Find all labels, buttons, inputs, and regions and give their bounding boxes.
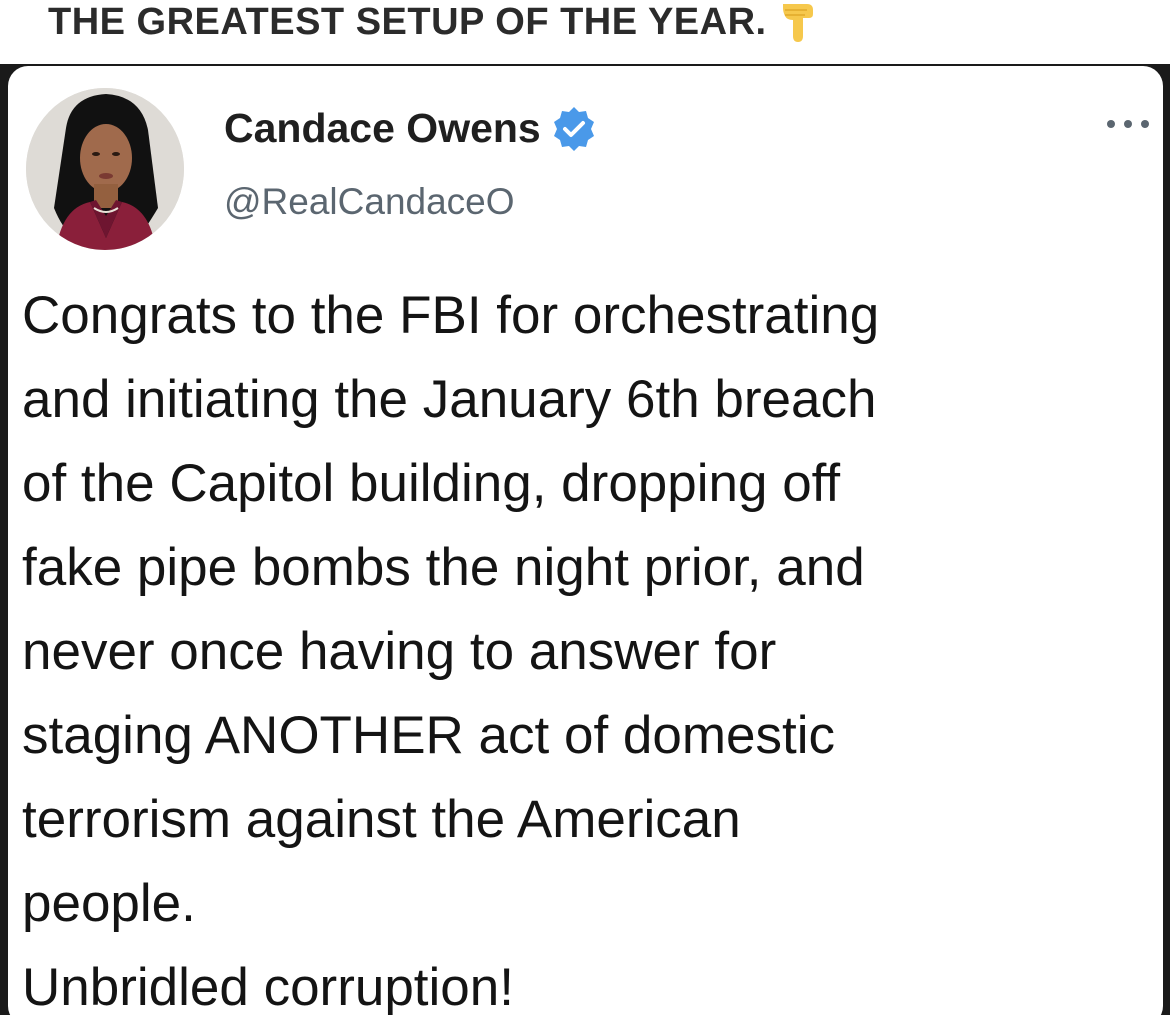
verified-badge-icon [549, 104, 599, 154]
tweet-card: Candace Owens @RealCandaceO Congrats to … [8, 66, 1163, 1015]
tweet-text-line: people. [22, 874, 196, 933]
tweet-text: Congrats to the FBI for orchestrating an… [22, 274, 1152, 1015]
tweet-text-line: Unbridled corruption! [22, 958, 514, 1015]
display-name[interactable]: Candace Owens [224, 106, 541, 151]
post-headline: THE GREATEST SETUP OF THE YEAR. [48, 0, 821, 44]
headline-text: THE GREATEST SETUP OF THE YEAR. [48, 1, 767, 43]
tweet-text-line: and initiating the January 6th breach [22, 370, 877, 429]
author-row[interactable]: Candace Owens [224, 104, 599, 154]
tweet-text-line: of the Capitol building, dropping off [22, 454, 841, 513]
tweet-text-line: staging ANOTHER act of domestic [22, 706, 835, 765]
tweet-text-line: never once having to answer for [22, 622, 777, 681]
pointing-down-icon [777, 0, 821, 44]
tweet-text-line: fake pipe bombs the night prior, and [22, 538, 865, 597]
avatar[interactable] [26, 88, 184, 250]
tweet-text-line: Congrats to the FBI for orchestrating [22, 286, 880, 345]
tweet-text-line: terrorism against the American [22, 790, 741, 849]
author-handle[interactable]: @RealCandaceO [224, 181, 515, 223]
more-options-icon[interactable] [1107, 116, 1149, 132]
